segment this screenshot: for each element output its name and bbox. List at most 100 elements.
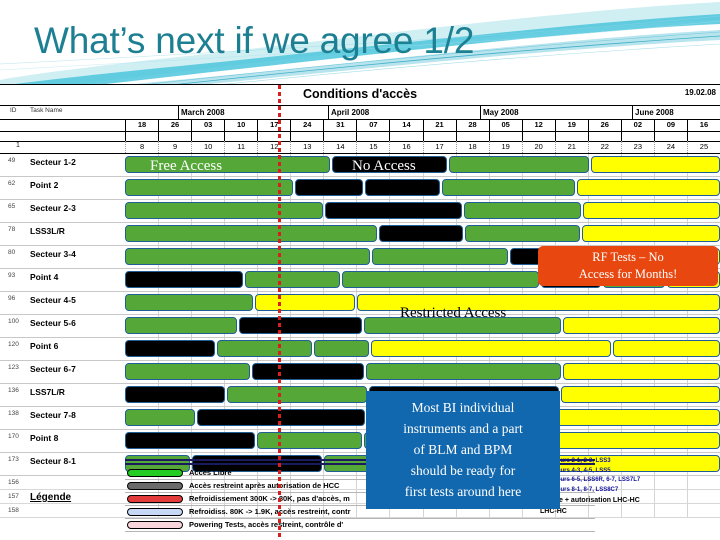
gantt-bar-green[interactable] [125,225,377,242]
gantt-bar-green[interactable] [125,179,293,196]
legend-right-column: + secteurs 2-1, 2-3, LSS3 + secteurs 4-3,… [540,457,720,517]
gantt-bar-green[interactable] [465,225,580,242]
gantt-bar-green[interactable] [342,271,539,288]
gantt-bar-green[interactable] [257,432,362,449]
week-label: 31 [323,119,356,131]
week-label: 16 [686,119,720,131]
gantt-bar-black[interactable] [295,179,363,196]
gantt-bar-yellow[interactable] [582,225,720,242]
gantt-bar-green[interactable] [125,409,195,426]
gantt-bar-black[interactable] [125,271,243,288]
gantt-bar-yellow[interactable] [583,202,720,219]
table-row[interactable]: 100 Secteur 5-6 [0,315,720,338]
gantt-bar-green[interactable] [372,248,508,265]
day-number: 12 [257,141,290,153]
week-label: 02 [620,119,654,131]
table-row[interactable]: 123 Secteur 6-7 [0,361,720,384]
gantt-bar-green[interactable] [442,179,575,196]
table-row[interactable]: 138 Secteur 7-8 [0,407,720,430]
week-blank-cell [653,131,687,141]
table-row[interactable]: 170 Point 8 [0,430,720,453]
gantt-bar-black[interactable] [125,432,255,449]
gantt-bar-green[interactable] [125,317,237,334]
gantt-bar-green[interactable] [314,340,369,357]
legend-right-line: imétrie + autorisation LHC-HC [540,497,640,504]
legend-right-line: + secteurs 8-1, 8-7, LSS8C7 [540,486,619,493]
gantt-bar-green[interactable] [125,248,370,265]
task-id: 158 [8,507,19,514]
week-label: 09 [653,119,687,131]
table-row[interactable]: 62 Point 2 [0,177,720,200]
gantt-bar-yellow[interactable] [591,156,720,173]
month-march: March 2008 [178,106,328,119]
task-id: 96 [8,295,16,302]
task-name: Secteur 4-5 [30,295,76,305]
table-row[interactable]: 78 LSS3L/R [0,223,720,246]
callout-bi-line5: first tests around here [404,484,522,499]
row-chart-area [125,223,720,245]
callout-rf-tests-line2: Access for Months! [578,267,678,281]
gantt-timescale-header: ID Task Name March 2008 April 2008 May 2… [0,106,720,154]
gantt-bar-black[interactable] [325,202,462,219]
week-blank-cell [323,131,356,141]
table-row[interactable]: 136 LSS7L/R [0,384,720,407]
gantt-bar-yellow[interactable] [371,340,611,357]
legend-label: Accès Libre [189,468,232,477]
callout-rf-tests-line1: RF Tests – No [592,250,664,264]
legend-color-swatch [127,469,183,477]
day-number: 20 [521,141,555,153]
gantt-bar-green[interactable] [125,294,253,311]
table-row[interactable]: 65 Secteur 2-3 [0,200,720,223]
week-blank-cell [125,131,158,141]
gantt-bar-green[interactable] [217,340,312,357]
table-row[interactable]: 96 Secteur 4-5 [0,292,720,315]
task-id: 78 [8,226,16,233]
day-number: 15 [356,141,389,153]
gantt-bar-green[interactable] [227,386,367,403]
gantt-bar-black[interactable] [365,179,440,196]
week-blank-cell [620,131,654,141]
week-blank-cell [587,131,621,141]
gantt-bar-black[interactable] [252,363,364,380]
row-chart-area [125,177,720,199]
gantt-title: Conditions d'accès [302,87,418,101]
week-blank-cell [224,131,257,141]
callout-bi-instruments: Most BI individual instruments and a par… [366,391,560,509]
day-number: 10 [191,141,224,153]
legend-item: Powering Tests, accès restreint, contrôl… [125,519,595,532]
gantt-bar-black[interactable] [197,409,365,426]
gantt-bar-green[interactable] [245,271,340,288]
page-title: What’s next if we agree 1/2 [34,20,475,61]
week-label: 26 [587,119,621,131]
gantt-bar-yellow[interactable] [255,294,355,311]
day-number: 16 [389,141,422,153]
gantt-bar-black[interactable] [239,317,362,334]
day-number: 22 [587,141,621,153]
table-row[interactable]: 120 Point 6 [0,338,720,361]
week-blank-cell [554,131,588,141]
gantt-bar-green[interactable] [366,363,561,380]
gantt-bar-black[interactable] [125,386,225,403]
gantt-bar-green[interactable] [449,156,589,173]
gantt-bar-yellow[interactable] [577,179,720,196]
gantt-bar-green[interactable] [464,202,581,219]
legend-color-swatch [127,508,183,516]
task-id: 49 [8,157,16,164]
day-number: 18 [455,141,489,153]
task-name: Point 8 [30,433,59,443]
week-blank-cell [521,131,555,141]
task-id: 123 [8,364,19,371]
gantt-bar-yellow[interactable] [563,317,720,334]
legend-right-line: + secteurs 4-3, 4-5, LSS5 [540,467,611,474]
gantt-bar-green[interactable] [125,363,250,380]
gantt-bar-green[interactable] [125,202,323,219]
gantt-date-stamp: 19.02.08 [684,88,716,97]
gantt-bar-black[interactable] [125,340,215,357]
gantt-bar-yellow[interactable] [563,363,720,380]
gantt-bar-yellow[interactable] [613,340,720,357]
task-id: 120 [8,341,19,348]
task-id: 62 [8,180,16,187]
gantt-bar-black[interactable] [379,225,463,242]
week-label: 07 [356,119,389,131]
gantt-bar-yellow[interactable] [561,386,720,403]
